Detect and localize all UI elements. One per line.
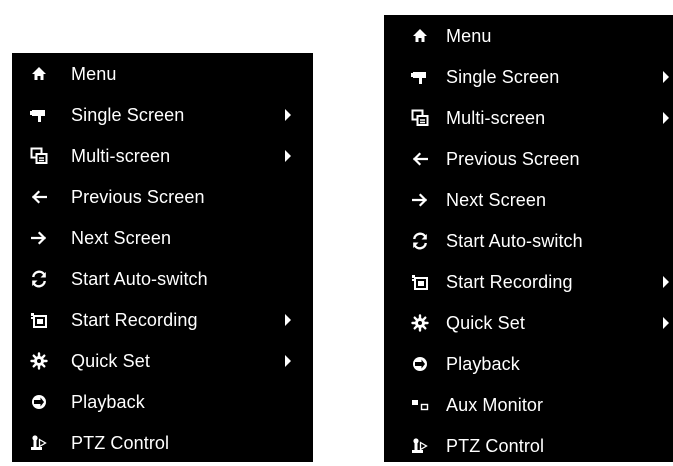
menu-item-single-screen[interactable]: Single Screen xyxy=(384,56,673,97)
submenu-arrow-icon xyxy=(663,70,669,83)
context-menu-right: Menu Single Screen Multi-screen Previous Sc… xyxy=(384,15,673,462)
submenu-arrow-icon xyxy=(285,149,291,162)
arrow-right-icon xyxy=(411,191,429,209)
record-icon xyxy=(30,311,48,329)
menu-item-label: Start Recording xyxy=(446,271,573,292)
menu-item-multi-screen[interactable]: Multi-screen xyxy=(384,97,673,138)
menu-item-multi-screen[interactable]: Multi-screen xyxy=(12,135,313,176)
menu-item-label: Aux Monitor xyxy=(446,394,544,415)
submenu-arrow-icon xyxy=(663,275,669,288)
menu-item-label: Multi-screen xyxy=(446,107,546,128)
record-icon xyxy=(411,273,429,291)
menu-item-start-recording[interactable]: Start Recording xyxy=(12,299,313,340)
menu-item-label: Next Screen xyxy=(446,189,547,210)
camera-icon xyxy=(30,106,48,124)
menu-item-aux-monitor[interactable]: Aux Monitor xyxy=(384,384,673,425)
arrow-right-icon xyxy=(30,229,48,247)
multi-screen-icon xyxy=(30,147,48,165)
menu-item-label: PTZ Control xyxy=(446,435,545,456)
menu-item-menu[interactable]: Menu xyxy=(12,53,313,94)
submenu-arrow-icon xyxy=(663,111,669,124)
menu-item-start-auto-switch[interactable]: Start Auto-switch xyxy=(12,258,313,299)
playback-icon xyxy=(411,355,429,373)
menu-item-label: Start Recording xyxy=(71,309,198,330)
multi-screen-icon xyxy=(411,109,429,127)
menu-item-label: Single Screen xyxy=(446,66,560,87)
aux-monitor-icon xyxy=(411,396,429,414)
menu-item-playback[interactable]: Playback xyxy=(12,381,313,422)
menu-item-label: Start Auto-switch xyxy=(71,268,208,289)
menu-item-label: Previous Screen xyxy=(71,186,205,207)
menu-item-label: Menu xyxy=(71,63,117,84)
playback-icon xyxy=(30,393,48,411)
menu-item-label: Playback xyxy=(71,391,145,412)
gear-icon xyxy=(411,313,429,332)
gear-icon xyxy=(30,351,48,370)
submenu-arrow-icon xyxy=(285,313,291,326)
menu-item-start-recording[interactable]: Start Recording xyxy=(384,261,673,302)
menu-item-label: Start Auto-switch xyxy=(446,230,583,251)
arrow-left-icon xyxy=(30,188,48,206)
menu-item-single-screen[interactable]: Single Screen xyxy=(12,94,313,135)
menu-item-menu[interactable]: Menu xyxy=(384,15,673,56)
menu-item-next-screen[interactable]: Next Screen xyxy=(384,179,673,220)
submenu-arrow-icon xyxy=(663,316,669,329)
menu-item-label: Multi-screen xyxy=(71,145,171,166)
menu-item-next-screen[interactable]: Next Screen xyxy=(12,217,313,258)
menu-item-start-auto-switch[interactable]: Start Auto-switch xyxy=(384,220,673,261)
context-menu-left: Menu Single Screen Multi-screen Previous Sc… xyxy=(12,53,313,462)
menu-item-playback[interactable]: Playback xyxy=(384,343,673,384)
menu-item-label: Next Screen xyxy=(71,227,172,248)
menu-item-label: Single Screen xyxy=(71,104,185,125)
arrow-left-icon xyxy=(411,150,429,168)
submenu-arrow-icon xyxy=(285,108,291,121)
home-icon xyxy=(30,65,48,83)
menu-item-ptz-control[interactable]: PTZ Control xyxy=(12,422,313,463)
menu-item-ptz-control[interactable]: PTZ Control xyxy=(384,425,673,466)
home-icon xyxy=(411,27,429,45)
menu-item-label: Quick Set xyxy=(446,312,525,333)
menu-item-label: Playback xyxy=(446,353,520,374)
menu-item-label: PTZ Control xyxy=(71,432,170,453)
submenu-arrow-icon xyxy=(285,354,291,367)
refresh-icon xyxy=(411,232,429,250)
refresh-icon xyxy=(30,270,48,288)
menu-item-quick-set[interactable]: Quick Set xyxy=(384,302,673,343)
menu-item-previous-screen[interactable]: Previous Screen xyxy=(384,138,673,179)
camera-icon xyxy=(411,68,429,86)
menu-item-label: Previous Screen xyxy=(446,148,580,169)
ptz-icon xyxy=(30,434,48,452)
menu-item-label: Menu xyxy=(446,25,492,46)
menu-item-quick-set[interactable]: Quick Set xyxy=(12,340,313,381)
menu-item-label: Quick Set xyxy=(71,350,150,371)
menu-item-previous-screen[interactable]: Previous Screen xyxy=(12,176,313,217)
ptz-icon xyxy=(411,437,429,455)
